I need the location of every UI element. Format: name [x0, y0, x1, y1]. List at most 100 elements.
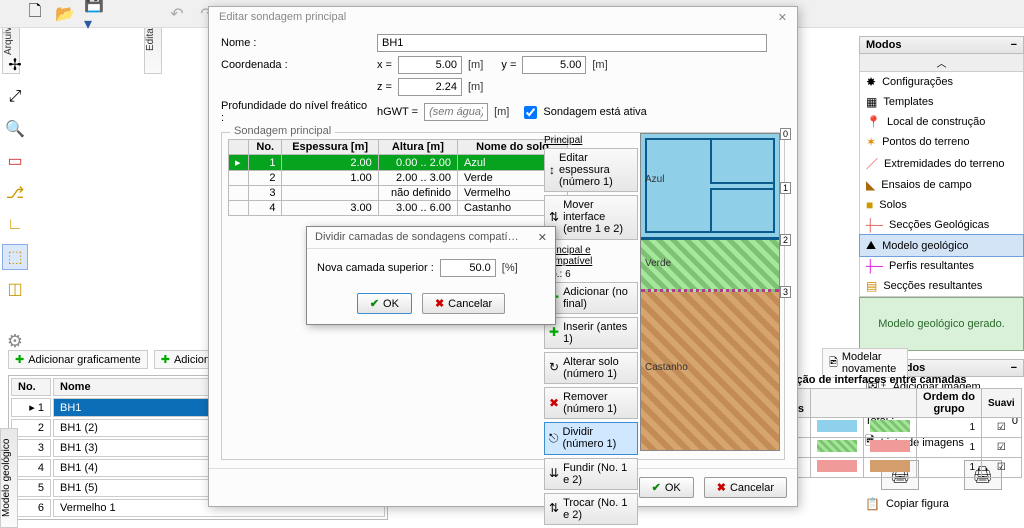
minidlg-ok-button[interactable]: ✔OK	[357, 293, 412, 314]
open-file-icon[interactable]: 📂	[54, 3, 76, 25]
layer-row[interactable]: 3não definidoVermelho	[229, 186, 568, 201]
minimize-icon[interactable]: −	[1011, 39, 1017, 51]
side-h1: Principal	[544, 133, 638, 148]
status-message: Modelo geológico gerado.	[859, 297, 1024, 351]
mode-config[interactable]: ✸Configurações	[860, 72, 1023, 92]
btn-label: OK	[383, 298, 399, 310]
depth-label: 2	[780, 234, 791, 246]
rsection-icon: ▤	[866, 279, 877, 293]
layer-table[interactable]: No. Espessura [m] Altura [m] Nome do sol…	[228, 139, 568, 216]
btn-label: Adicionar graficamente	[28, 354, 141, 366]
mode-label: Local de construção	[887, 116, 985, 128]
cube-solid-tool-icon[interactable]: ⬚	[2, 244, 28, 270]
name-input[interactable]	[377, 34, 767, 52]
move-tool-icon[interactable]: ✢	[2, 52, 28, 78]
gear-icon: ✸	[866, 75, 876, 89]
btn-label: Cancelar	[448, 298, 492, 310]
col-smooth: Suavi	[982, 389, 1022, 418]
col-esp: Espessura [m]	[282, 140, 378, 155]
mode-geosections[interactable]: ┼─Secções Geológicas	[860, 215, 1023, 235]
split-layer-button[interactable]: ⎋Dividir (número 1)	[544, 422, 638, 454]
soil-label: Azul	[645, 174, 664, 185]
edit-thickness-button[interactable]: ↕Editar espessura (número 1)	[544, 148, 638, 192]
col-order: Ordem dogrupo	[917, 389, 982, 418]
gwt-input[interactable]	[424, 103, 488, 121]
split-icon: ⎋	[549, 432, 559, 445]
minidlg-cancel-button[interactable]: ✖Cancelar	[422, 293, 505, 314]
mode-label: Secções Geológicas	[889, 219, 989, 231]
layer-row[interactable]: 43.003.00 .. 6.00Castanho	[229, 201, 568, 216]
mode-terrain-points[interactable]: ✶ Pontos do terreno	[860, 132, 1023, 152]
active-checkbox[interactable]	[524, 106, 537, 119]
merge-icon: ⇊	[549, 467, 559, 480]
close-icon[interactable]: ✕	[778, 11, 787, 24]
y-unit: [m]	[592, 59, 607, 71]
modes-title: Modos	[866, 39, 901, 51]
soil-icon: ■	[866, 198, 873, 212]
modes-collapse-icon[interactable]: ︿	[859, 54, 1024, 72]
mode-result-sections[interactable]: ▤ Secções resultantes	[860, 276, 1023, 296]
tab-modelo-geologico[interactable]: Modelo geológico	[0, 428, 18, 528]
x-label: x =	[377, 59, 392, 71]
zoom-tool-icon[interactable]: 🔍	[2, 116, 28, 142]
cube-wire-tool-icon[interactable]: ◫	[2, 276, 28, 302]
rotate-tool-icon[interactable]: ⤢	[2, 84, 28, 110]
mode-geomodel[interactable]: ⛰ Modelo geológico	[859, 234, 1024, 257]
y-input[interactable]	[522, 56, 586, 74]
undo-icon[interactable]: ↶	[166, 3, 188, 25]
dialog-cancel-button[interactable]: ✖Cancelar	[704, 477, 787, 498]
axis2d-tool-icon[interactable]: ∟	[2, 212, 28, 238]
mode-label: Templates	[883, 96, 933, 108]
rect-tool-icon[interactable]: ▭	[2, 148, 28, 174]
y-label: y =	[501, 59, 516, 71]
insert-layer-button[interactable]: ✚Inserir (antes 1)	[544, 317, 638, 349]
move-interface-button[interactable]: ⇅Mover interface (entre 1 e 2)	[544, 195, 638, 239]
soil-column-graphic: 0 Azul 1 2 Verde 3 Castanho	[640, 133, 780, 451]
soil-label: Castanho	[645, 362, 688, 373]
layer-row[interactable]: ▸12.000.00 .. 2.00Azul	[229, 155, 568, 171]
mode-templates[interactable]: ▦ Templates	[860, 92, 1023, 112]
merge-layer-button[interactable]: ⇊Fundir (No. 1 e 2)	[544, 458, 638, 490]
remove-icon: ✖	[549, 397, 559, 410]
col-no: No.	[249, 140, 282, 155]
mode-terrain-edges[interactable]: ／Extremidades do terreno	[860, 152, 1023, 175]
mode-field-tests[interactable]: ◣Ensaios de campo	[860, 175, 1023, 195]
split-layer-dialog: Dividir camadas de sondagens compatí… ✕ …	[306, 226, 556, 325]
z-unit: [m]	[468, 81, 483, 93]
template-icon: ▦	[866, 95, 877, 109]
mode-site[interactable]: 📍Local de construção	[860, 112, 1023, 132]
col-alt: Altura [m]	[378, 140, 457, 155]
gwt-label: Profundidade do nível freático :	[221, 100, 371, 124]
mode-soils[interactable]: ■Solos	[860, 195, 1023, 215]
remove-layer-button[interactable]: ✖Remover (número 1)	[544, 387, 638, 419]
gwt-sym: hGWT =	[377, 106, 418, 118]
mode-label: Ensaios de campo	[881, 179, 972, 191]
dialog-ok-button[interactable]: ✔OK	[639, 477, 694, 498]
points-icon: ✶	[866, 135, 876, 149]
mode-label: Extremidades do terreno	[884, 158, 1004, 170]
mode-label: Perfis resultantes	[889, 260, 974, 272]
mode-label: Modelo geológico	[882, 240, 968, 252]
mode-result-profiles[interactable]: ┼─Perfis resultantes	[860, 256, 1023, 276]
side-h2: Principal e compatível	[544, 243, 638, 269]
axis3d-tool-icon[interactable]: ⎇	[2, 180, 28, 206]
new-top-input[interactable]	[440, 259, 496, 277]
swap-layer-button[interactable]: ⇅Trocar (No. 1 e 2)	[544, 493, 638, 525]
z-input[interactable]	[398, 78, 462, 96]
x-unit: [m]	[468, 59, 483, 71]
layer-row[interactable]: 21.002.00 .. 3.00Verde	[229, 171, 568, 186]
x-input[interactable]	[398, 56, 462, 74]
alter-icon: ↻	[549, 361, 559, 374]
mode-label: Pontos do terreno	[882, 136, 969, 148]
add-layer-button[interactable]: ✚Adicionar (no final)	[544, 282, 638, 314]
add-graphically-button[interactable]: ✚Adicionar graficamente	[8, 350, 148, 369]
alter-soil-button[interactable]: ↻Alterar solo (número 1)	[544, 352, 638, 384]
save-file-icon[interactable]: 💾▾	[84, 3, 106, 25]
side-count: No.: 6	[544, 269, 638, 282]
mode-label: Secções resultantes	[883, 280, 982, 292]
close-icon[interactable]: ✕	[538, 231, 547, 244]
depth-label: 0	[780, 128, 791, 140]
new-file-icon[interactable]: 🗋	[24, 3, 46, 25]
col-no: No.	[11, 378, 51, 396]
model-icon: ⛰	[866, 238, 876, 253]
